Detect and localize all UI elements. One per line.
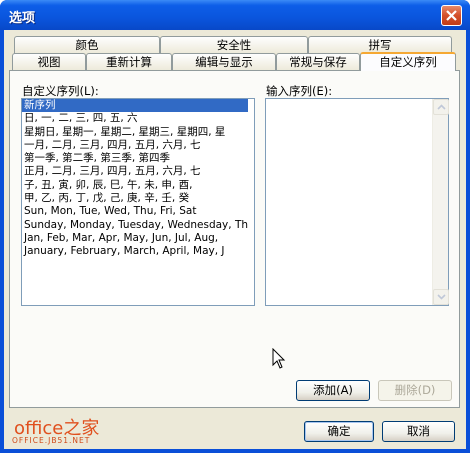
delete-button[interactable]: 删除(D)	[378, 380, 452, 401]
title-bar[interactable]: 选项	[0, 0, 470, 30]
list-item[interactable]: January, February, March, April, May, J	[22, 245, 254, 258]
close-button[interactable]	[441, 5, 462, 26]
tab-general-save[interactable]: 常规与保存	[276, 53, 360, 71]
list-item[interactable]: 正月, 二月, 三月, 四月, 五月, 六月, 七	[22, 165, 254, 178]
list-item[interactable]: 子, 丑, 寅, 卯, 辰, 巳, 午, 未, 申, 酉,	[22, 179, 254, 192]
custom-lists-label: 自定义序列(L):	[22, 84, 99, 98]
list-item[interactable]: Sunday, Monday, Tuesday, Wednesday, Th	[22, 219, 254, 232]
input-list-label: 输入序列(E):	[266, 84, 333, 98]
scroll-down-button[interactable]	[433, 289, 449, 305]
input-list-scrollbar[interactable]	[432, 99, 449, 305]
list-item[interactable]: 一月, 二月, 三月, 四月, 五月, 六月, 七	[22, 139, 254, 152]
chevron-up-icon	[437, 104, 446, 110]
chevron-down-icon	[437, 294, 446, 300]
list-item[interactable]: Jan, Feb, Mar, Apr, May, Jun, Jul, Aug,	[22, 232, 254, 245]
tab-security[interactable]: 安全性	[160, 36, 308, 54]
options-dialog: 选项 颜色 安全性 拼写 视图 重新计算 编辑与显示 常规与保存 自定义序列 自…	[0, 0, 470, 453]
watermark-url: OFFICE.JB51.NET	[12, 436, 91, 445]
custom-lists-listbox[interactable]: 新序列 日, 一, 二, 三, 四, 五, 六星期日, 星期一, 星期二, 星期三…	[21, 98, 255, 306]
tab-color[interactable]: 颜色	[14, 36, 160, 54]
list-item[interactable]: 星期日, 星期一, 星期二, 星期三, 星期四, 星	[22, 126, 254, 139]
input-list-textarea[interactable]	[265, 98, 449, 306]
list-item[interactable]: 甲, 乙, 丙, 丁, 戊, 己, 庚, 辛, 壬, 癸	[22, 192, 254, 205]
list-item[interactable]: Sun, Mon, Tue, Wed, Thu, Fri, Sat	[22, 205, 254, 218]
dialog-body: 颜色 安全性 拼写 视图 重新计算 编辑与显示 常规与保存 自定义序列 自定义序…	[4, 30, 466, 449]
window-title: 选项	[9, 11, 36, 26]
list-item[interactable]: 第一季, 第二季, 第三季, 第四季	[22, 152, 254, 165]
tab-recalculation[interactable]: 重新计算	[86, 53, 172, 71]
cancel-button[interactable]: 取消	[382, 421, 455, 442]
tab-edit-display[interactable]: 编辑与显示	[172, 53, 276, 71]
tab-view[interactable]: 视图	[12, 53, 86, 71]
mouse-cursor-icon	[272, 348, 286, 369]
scroll-up-button[interactable]	[433, 99, 449, 115]
add-button[interactable]: 添加(A)	[296, 380, 370, 401]
ok-button[interactable]: 确定	[304, 421, 374, 442]
tab-custom-lists[interactable]: 自定义序列	[360, 52, 456, 71]
list-item[interactable]: 新序列	[22, 99, 248, 113]
list-item[interactable]: 日, 一, 二, 三, 四, 五, 六	[22, 112, 254, 125]
close-icon	[446, 10, 457, 21]
